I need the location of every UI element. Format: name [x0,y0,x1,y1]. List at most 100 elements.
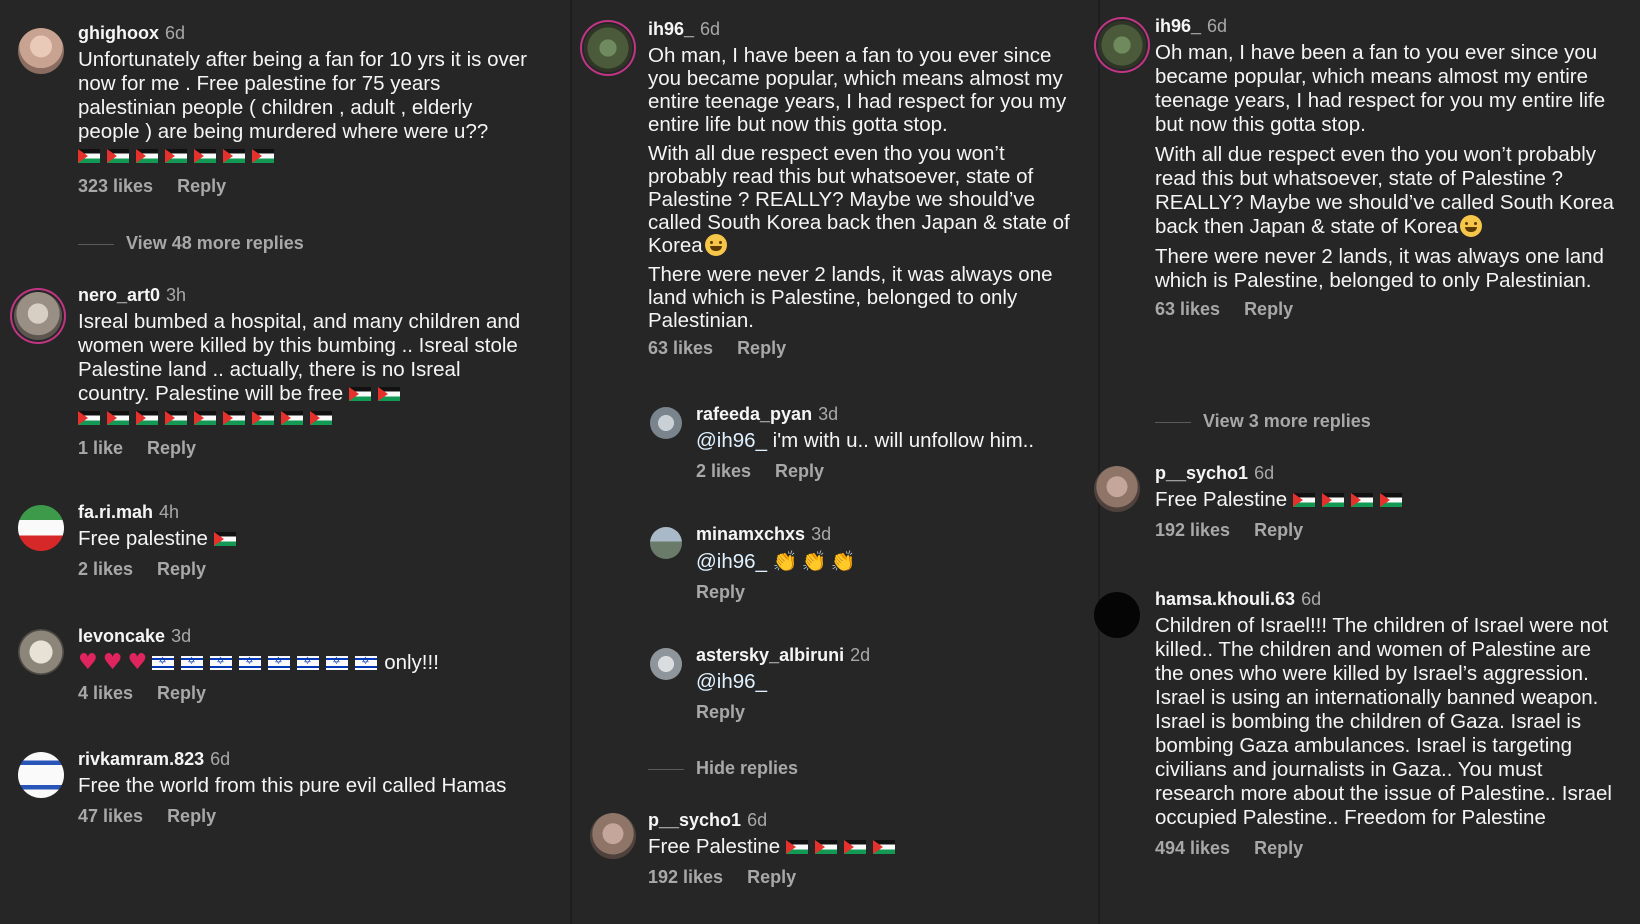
reply-button[interactable]: Reply [157,559,206,579]
clapping-hands-icon: 👏 [772,549,798,573]
likes-count[interactable]: 4 likes [78,683,133,703]
palestine-flag-icon [1321,493,1344,507]
username[interactable]: ih96_ [648,19,694,39]
palestine-flag-icon [377,387,400,401]
comment-body: Free the world from this pure evil calle… [78,774,507,797]
avatar[interactable] [18,752,64,798]
avatar[interactable] [584,24,632,72]
comment-text: @ih96_ 👏 👏 👏 [696,549,1096,574]
israel-flag-icon [326,656,349,670]
likes-count[interactable]: 2 likes [696,461,751,481]
avatar[interactable] [1094,592,1140,638]
hide-replies-label: Hide replies [696,758,799,778]
palestine-flag-icon [252,149,274,163]
comment-body: only!!! [384,651,439,674]
palestine-flag-icon [348,387,371,401]
view-more-replies-button[interactable]: View 3 more replies [1155,411,1371,432]
avatar[interactable] [1098,21,1146,69]
comment-body: Children of Israel!!! The children of Is… [1155,614,1612,829]
username[interactable]: p__sycho1 [1155,463,1248,483]
avatar[interactable] [650,407,682,439]
red-heart-icon: ♥ [78,650,98,675]
mention-link[interactable]: @ih96_ [696,550,767,573]
comment-paragraph: With all due respect even tho you won’t … [648,142,1088,257]
reply-button[interactable]: Reply [157,683,206,703]
israel-flag-icon [152,656,175,670]
reply-button[interactable]: Reply [167,806,216,826]
palestine-flag-icon [107,411,129,425]
reply-button[interactable]: Reply [1254,838,1303,858]
reply-button[interactable]: Reply [147,438,196,458]
reply-button[interactable]: Reply [696,702,745,722]
timestamp: 2d [850,645,871,665]
avatar[interactable] [18,505,64,551]
timestamp: 6d [164,23,186,43]
palestine-flag-icon [136,411,158,425]
likes-count[interactable]: 494 likes [1155,838,1230,858]
comment-text: Oh man, I have been a fan to you ever si… [648,44,1088,332]
avatar[interactable] [1094,466,1140,512]
comment-paragraph: With all due respect even tho you won’t … [1155,143,1625,239]
divider-line [1155,421,1191,423]
palestine-flag-icon [213,532,236,546]
red-heart-icon: ♥ [102,650,123,675]
reply-button[interactable]: Reply [775,461,824,481]
likes-count[interactable]: 192 likes [1155,520,1230,540]
reply-button[interactable]: Reply [737,338,786,358]
palestine-flag-icon [310,411,332,425]
avatar[interactable] [650,527,682,559]
palestine-flag-icon [136,149,158,163]
username[interactable]: rivkamram.823 [78,749,204,769]
palestine-flag-icon [165,149,187,163]
username[interactable]: minamxchxs [696,524,805,544]
clapping-hands-icon: 👏 [830,549,856,573]
username[interactable]: fa.ri.mah [78,502,153,522]
username[interactable]: ghighoox [78,23,159,43]
reply-button[interactable]: Reply [177,176,226,196]
palestine-flag-icon [1379,493,1402,507]
username[interactable]: p__sycho1 [648,810,741,830]
likes-count[interactable]: 2 likes [78,559,133,579]
avatar[interactable] [18,28,64,74]
comment-paragraph-text: With all due respect even tho you won’t … [1155,143,1614,238]
username[interactable]: levoncake [78,626,165,646]
mention-link[interactable]: @ih96_ [696,670,767,693]
username[interactable]: nero_art0 [78,285,160,305]
red-heart-icon: ♥ [127,650,148,675]
username[interactable]: astersky_albiruni [696,645,844,665]
avatar[interactable] [590,813,636,859]
likes-count[interactable]: 192 likes [648,867,723,887]
username[interactable]: ih96_ [1155,16,1201,36]
username[interactable]: hamsa.khouli.63 [1155,589,1295,609]
palestine-flag-icon [785,840,808,854]
comment-text: @ih96_ i'm with u.. will unfollow him.. [696,429,1096,453]
username[interactable]: rafeeda_pyan [696,404,812,424]
palestine-flag-icon [194,149,216,163]
avatar[interactable] [14,292,62,340]
view-more-replies-button[interactable]: View 48 more replies [78,233,304,254]
comment-body: Unfortunately after being a fan for 10 y… [78,48,527,143]
comment-text: Free Palestine [1155,488,1625,512]
hide-replies-button[interactable]: Hide replies [648,758,798,779]
comment-text: Free Palestine [648,835,1088,859]
reply-button[interactable]: Reply [1244,299,1293,319]
clapping-hands-icon: 👏 [801,549,827,573]
comment-body: Isreal bumbed a hospital, and many child… [78,310,521,405]
likes-count[interactable]: 47 likes [78,806,143,826]
palestine-flag-icon [843,840,866,854]
reply-button[interactable]: Reply [747,867,796,887]
divider-line [78,243,114,245]
mention-link[interactable]: @ih96_ [696,429,767,452]
likes-count[interactable]: 63 likes [648,338,713,358]
likes-count[interactable]: 63 likes [1155,299,1220,319]
avatar[interactable] [650,648,682,680]
reply-button[interactable]: Reply [1254,520,1303,540]
likes-count[interactable]: 1 like [78,438,123,458]
palestine-flag-icon [78,411,100,425]
avatar[interactable] [18,629,64,675]
comments-column-3: ih96_ 6d Oh man, I have been a fan to you… [1094,0,1640,924]
comment-body: Free Palestine [1155,488,1288,511]
palestine-flag-emoji-row [78,144,281,167]
reply-button[interactable]: Reply [696,582,745,602]
likes-count[interactable]: 323 likes [78,176,153,196]
